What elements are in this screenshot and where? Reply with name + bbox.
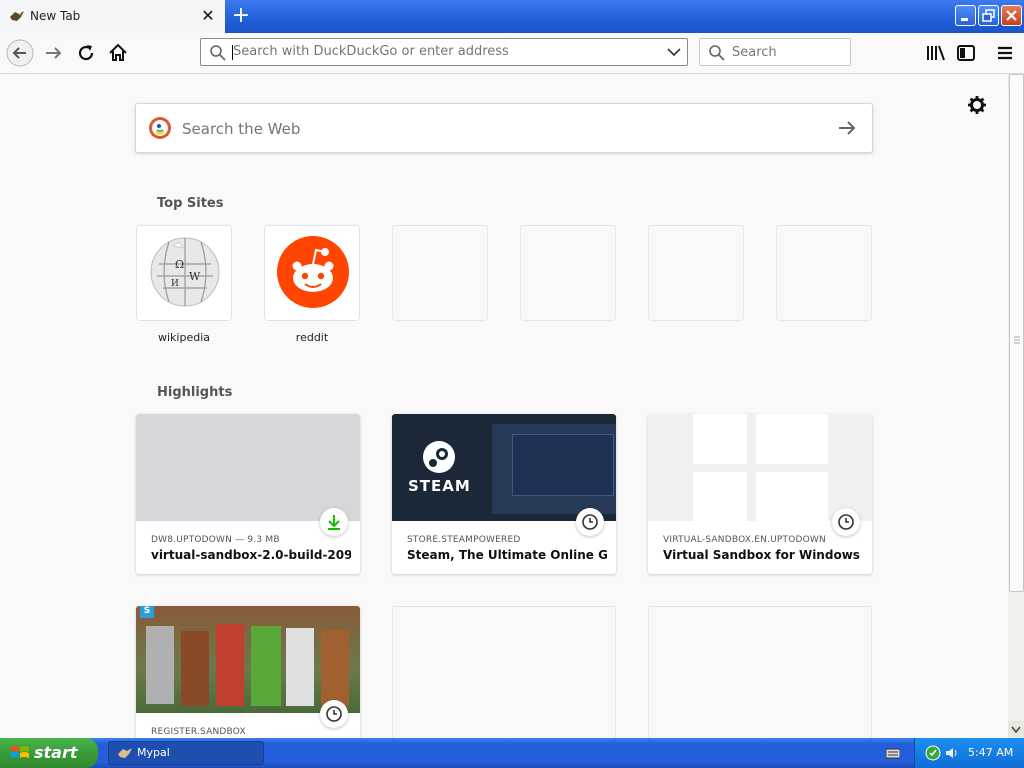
tab-title: New Tab [30, 9, 81, 23]
history-icon [832, 508, 860, 536]
highlight-card[interactable]: S REGISTER.SANDBOX [136, 606, 360, 738]
top-sites-heading: Top Sites [157, 196, 224, 211]
history-icon [320, 700, 348, 728]
sidebar-icon[interactable] [954, 41, 978, 65]
top-site-empty[interactable] [392, 225, 488, 321]
top-site-reddit[interactable] [264, 225, 360, 321]
card-thumbnail: STEAM [392, 414, 616, 521]
card-thumbnail: S [136, 606, 360, 713]
forward-button[interactable] [42, 41, 66, 65]
restore-icon [982, 9, 995, 22]
highlight-card[interactable]: VIRTUAL-SANDBOX.EN.UPTODOWN Virtual Sand… [648, 414, 872, 574]
reload-button[interactable] [74, 41, 98, 65]
card-title: Virtual Sandbox for Windows - ... [663, 548, 863, 562]
svg-text:W: W [189, 270, 201, 283]
duckduckgo-icon [149, 117, 171, 139]
mypal-favicon-icon [10, 11, 24, 21]
scroll-thumb[interactable] [1009, 74, 1024, 592]
menu-icon[interactable] [993, 41, 1017, 65]
arrow-right-icon[interactable] [836, 118, 858, 138]
library-icon[interactable] [924, 41, 948, 65]
svg-text:И: И [171, 279, 179, 289]
wikipedia-globe-icon: Ω W И [150, 237, 220, 307]
card-thumbnail [136, 414, 360, 521]
taskbar-item-label: Mypal [137, 746, 170, 759]
vertical-scrollbar[interactable] [1008, 74, 1024, 738]
download-icon [320, 508, 348, 536]
highlight-card[interactable]: DW8.UPTODOWN — 9.3 MB virtual-sandbox-2.… [136, 414, 360, 574]
highlight-card-empty [648, 606, 872, 738]
start-button[interactable]: start [0, 738, 98, 768]
top-site-label: wikipedia [157, 331, 210, 344]
chevron-down-icon[interactable] [667, 47, 681, 57]
card-thumbnail [648, 414, 872, 521]
system-tray: 5:47 AM [914, 738, 1024, 768]
mypal-favicon-icon [118, 748, 132, 758]
highlight-card[interactable]: STEAM STORE.STEAMPOWERED Steam, The Ulti… [392, 414, 616, 574]
history-icon [576, 508, 604, 536]
back-button[interactable] [6, 39, 34, 67]
navigation-toolbar: Search [0, 33, 1024, 74]
card-host: DW8.UPTODOWN — 9.3 MB [151, 535, 280, 545]
steam-logo-icon [423, 441, 455, 473]
web-search-input[interactable] [182, 120, 782, 138]
card-host: STORE.STEAMPOWERED [407, 535, 521, 545]
keyboard-icon[interactable] [886, 747, 900, 759]
search-icon [709, 45, 725, 61]
top-site-empty[interactable] [520, 225, 616, 321]
steam-logo-text: STEAM [408, 477, 471, 495]
close-icon [1006, 10, 1017, 21]
card-host: VIRTUAL-SANDBOX.EN.UPTODOWN [663, 535, 826, 545]
highlights-heading: Highlights [157, 385, 233, 400]
minimize-icon [961, 18, 968, 21]
search-bar[interactable]: Search [699, 38, 851, 66]
address-bar[interactable] [200, 38, 688, 66]
card-title: virtual-sandbox-2.0-build-209.exe [151, 548, 351, 562]
home-button[interactable] [106, 41, 130, 65]
new-tab-button[interactable]: + [230, 4, 252, 28]
top-site-label: reddit [295, 331, 329, 344]
top-site-empty[interactable] [776, 225, 872, 321]
clock: 5:47 AM [968, 746, 1014, 759]
web-search-box[interactable] [135, 103, 873, 153]
svg-text:Ω: Ω [175, 258, 184, 271]
taskbar: start Mypal 5:47 AM [0, 738, 1024, 768]
search-icon [210, 45, 226, 61]
reddit-icon [277, 236, 349, 308]
minimize-button[interactable] [955, 5, 976, 26]
title-bar: New Tab ✕ + [0, 0, 1024, 33]
gear-icon[interactable] [966, 94, 988, 116]
close-window-button[interactable] [1001, 5, 1022, 26]
card-title: Steam, The Ultimate Online Ga... [407, 548, 607, 562]
restore-button[interactable] [978, 5, 999, 26]
scroll-down-button[interactable] [1008, 721, 1024, 738]
network-icon[interactable] [925, 745, 941, 761]
top-site-empty[interactable] [648, 225, 744, 321]
address-input[interactable] [233, 44, 653, 59]
new-tab-page: Top Sites Ω W И wikipedia reddit Highlig… [0, 74, 1008, 738]
highlight-card-empty [392, 606, 616, 738]
windows-flag-icon [11, 746, 29, 758]
search-placeholder: Search [732, 45, 777, 60]
top-site-wikipedia[interactable]: Ω W И [136, 225, 232, 321]
tab-close-icon[interactable]: ✕ [200, 6, 216, 26]
start-label: start [34, 743, 78, 762]
card-host: REGISTER.SANDBOX [151, 727, 246, 737]
tab-new-tab[interactable]: New Tab ✕ [0, 0, 225, 33]
volume-icon[interactable] [943, 745, 959, 761]
taskbar-item-mypal[interactable]: Mypal [108, 741, 264, 765]
